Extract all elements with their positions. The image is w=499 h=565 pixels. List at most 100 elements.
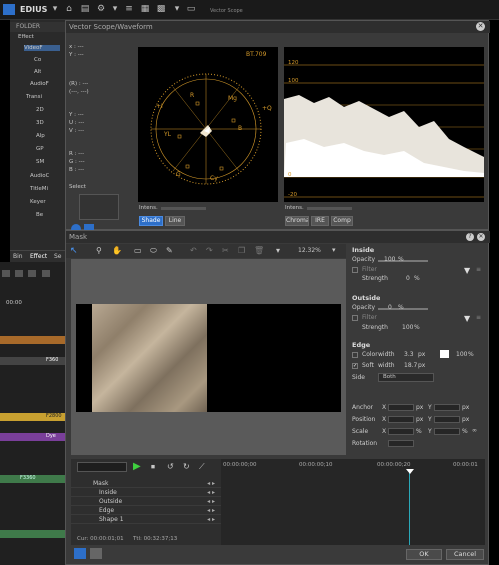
rotation-field[interactable] — [388, 440, 414, 447]
layout-toggle-icon[interactable] — [74, 548, 86, 559]
redo-icon[interactable]: ↷ — [206, 246, 213, 255]
keyframe-icon[interactable]: ⟋ — [199, 462, 205, 472]
hand-icon[interactable]: ✋ — [112, 246, 122, 255]
timeline-row[interactable]: Inside ◂ ▸ — [71, 488, 221, 497]
playhead[interactable] — [409, 469, 410, 545]
edge-color-swatch[interactable] — [440, 350, 449, 358]
track-tool-icon[interactable] — [2, 270, 10, 277]
scale-x-field[interactable] — [388, 428, 414, 435]
tree-item[interactable]: Keyer — [30, 199, 46, 205]
inside-strength-value[interactable]: 0 — [406, 275, 410, 282]
keyframe-nav-icon[interactable]: ◂ ▸ — [207, 506, 215, 515]
outside-opacity-value[interactable]: 0 — [388, 304, 392, 311]
grid-icon[interactable]: ▩ — [156, 4, 166, 14]
clip-strip[interactable] — [0, 336, 65, 344]
tab-effect[interactable]: Effect — [30, 253, 47, 260]
delete-icon[interactable]: 🗑 — [254, 246, 264, 255]
inside-filter-checkbox[interactable] — [352, 267, 358, 273]
sequence-icon[interactable]: ≡ — [124, 4, 134, 14]
tree-item[interactable]: 3D — [36, 120, 44, 126]
filter-menu-icon[interactable]: ≡ — [476, 314, 481, 321]
copy-icon[interactable]: ❐ — [238, 246, 245, 255]
zoom-icon[interactable]: ⚲ — [96, 246, 102, 255]
keyframe-nav-icon[interactable]: ◂ ▸ — [207, 488, 215, 497]
edge-soft-checkbox[interactable]: ✓ — [352, 363, 358, 369]
tab-bin[interactable]: Bin — [13, 253, 23, 260]
clip-strip[interactable]: F2800 — [0, 413, 65, 421]
select-arrow-icon[interactable]: ↖ — [70, 246, 78, 256]
pen-icon[interactable]: ✎ — [166, 246, 173, 255]
tree-item[interactable]: Alt — [34, 69, 41, 75]
comp-button[interactable]: Comp — [331, 216, 353, 226]
tree-item-selected[interactable]: VideoF — [24, 45, 60, 51]
tree-item[interactable]: Effect — [18, 34, 34, 40]
tree-item[interactable]: Co — [34, 57, 41, 63]
chroma-button[interactable]: Chroma — [285, 216, 309, 226]
keyframe-nav-icon[interactable]: ◂ ▸ — [207, 515, 215, 524]
track-tool-icon[interactable] — [28, 270, 37, 277]
stop-icon[interactable]: ⏹ — [151, 462, 155, 472]
rewind-icon[interactable]: ↻ — [183, 462, 190, 471]
intensity-slider-right[interactable] — [307, 207, 352, 210]
anchor-y-field[interactable] — [434, 404, 460, 411]
filter-icon[interactable]: ▼ — [464, 314, 470, 323]
settings-icon[interactable]: ⚙ — [96, 4, 106, 14]
clip-strip[interactable]: Dye — [0, 433, 65, 441]
scale-y-field[interactable] — [434, 428, 460, 435]
clip-strip[interactable]: F360 — [0, 357, 65, 365]
tree-item[interactable]: AudioC — [30, 173, 49, 179]
ok-button[interactable]: OK — [406, 549, 442, 560]
timeline-zoom-slider[interactable] — [77, 462, 127, 472]
track-tool-icon[interactable] — [41, 270, 50, 277]
tree-item[interactable]: Alp — [36, 133, 45, 139]
zoom-dropdown-icon[interactable]: ▾ — [332, 246, 336, 254]
dropdown-icon-3[interactable]: ▾ — [172, 4, 182, 14]
close-icon[interactable]: ✕ — [476, 22, 485, 31]
position-y-field[interactable] — [434, 416, 460, 423]
help-icon[interactable]: ? — [466, 233, 474, 241]
filter-icon[interactable]: ▼ — [464, 266, 470, 275]
timeline-row[interactable]: Edge ◂ ▸ — [71, 506, 221, 515]
line-button[interactable]: Line — [165, 216, 185, 226]
undo-icon[interactable]: ↶ — [190, 246, 197, 255]
clip-strip[interactable] — [0, 530, 65, 538]
shade-button[interactable]: Shade — [139, 216, 163, 226]
play-icon[interactable]: ▶ — [133, 461, 141, 472]
cancel-button[interactable]: Cancel — [446, 549, 484, 560]
select-grid[interactable] — [79, 194, 119, 220]
keyframe-nav-icon[interactable]: ◂ ▸ — [207, 497, 215, 506]
tree-item[interactable]: Be — [36, 212, 43, 218]
layout-toggle-icon-2[interactable] — [90, 548, 102, 559]
dropdown-icon[interactable]: ▾ — [276, 246, 280, 255]
edge-color-checkbox[interactable] — [352, 352, 358, 358]
timeline-row[interactable]: Shape 1 ◂ ▸ — [71, 515, 221, 524]
folder-icon[interactable]: ▤ — [80, 4, 90, 14]
position-x-field[interactable] — [388, 416, 414, 423]
cut-icon[interactable]: ✂ — [222, 246, 229, 255]
tree-item[interactable]: 2D — [36, 107, 44, 113]
intensity-slider-left[interactable] — [161, 207, 206, 210]
zoom-value[interactable]: 12.32% — [298, 247, 321, 254]
outside-filter-checkbox[interactable] — [352, 315, 358, 321]
close-icon[interactable]: ✕ — [477, 233, 485, 241]
window-icon[interactable]: ▭ — [186, 4, 196, 14]
timeline-track-area[interactable]: 00:00:00;00 00:00:00;10 00:00:00;20 00:0… — [221, 459, 485, 545]
keyframe-nav-icon[interactable]: ◂ ▸ — [207, 479, 215, 488]
mask-viewport[interactable] — [71, 259, 346, 455]
rectangle-icon[interactable]: ▭ — [134, 246, 142, 255]
ire-button[interactable]: IRE — [311, 216, 329, 226]
filter-menu-icon[interactable]: ≡ — [476, 266, 481, 273]
timeline-row[interactable]: Outside ◂ ▸ — [71, 497, 221, 506]
tree-item[interactable]: GP — [36, 146, 44, 152]
tree-item[interactable]: TitleMi — [30, 186, 48, 192]
tree-item[interactable]: Transi — [26, 94, 42, 100]
dropdown-icon-2[interactable]: ▾ — [110, 4, 120, 14]
edge-color-pct[interactable]: 100 — [456, 351, 467, 358]
home-icon[interactable]: ⌂ — [64, 4, 74, 14]
inside-opacity-value[interactable]: 100 — [384, 256, 395, 263]
ellipse-icon[interactable]: ⬭ — [150, 246, 157, 256]
edge-soft-width[interactable]: 18.7 — [404, 362, 417, 369]
edge-color-width[interactable]: 3.3 — [404, 351, 414, 358]
edge-side-select[interactable]: Both — [378, 373, 434, 382]
loop-icon[interactable]: ↺ — [167, 462, 174, 471]
